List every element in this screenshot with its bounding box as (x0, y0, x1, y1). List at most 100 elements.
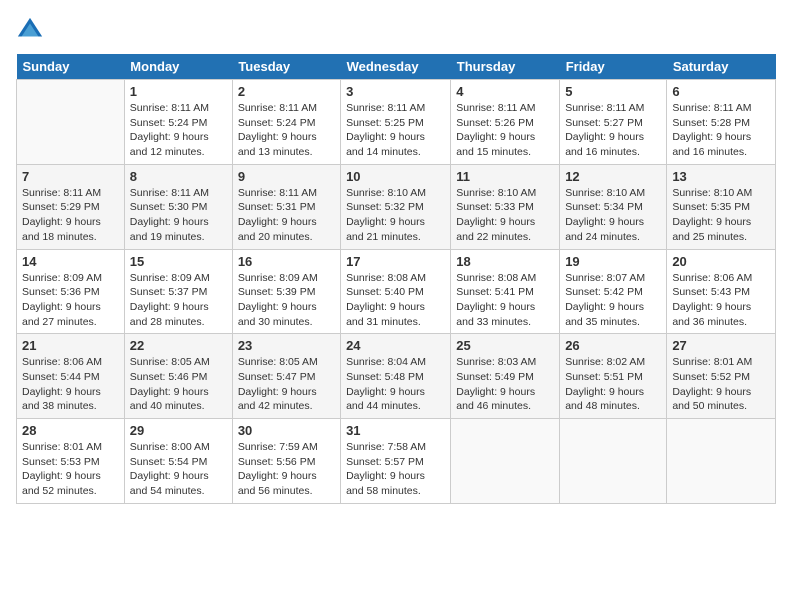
day-info: Sunrise: 7:59 AM Sunset: 5:56 PM Dayligh… (238, 440, 335, 499)
day-number: 14 (22, 254, 119, 269)
calendar-cell: 20 Sunrise: 8:06 AM Sunset: 5:43 PM Dayli… (667, 249, 776, 334)
day-number: 11 (456, 169, 554, 184)
day-number: 19 (565, 254, 661, 269)
day-number: 29 (130, 423, 227, 438)
day-number: 4 (456, 84, 554, 99)
calendar-cell: 8 Sunrise: 8:11 AM Sunset: 5:30 PM Daylig… (124, 164, 232, 249)
day-info: Sunrise: 8:11 AM Sunset: 5:25 PM Dayligh… (346, 101, 445, 160)
header-cell-monday: Monday (124, 54, 232, 80)
header-cell-thursday: Thursday (451, 54, 560, 80)
calendar-cell: 28 Sunrise: 8:01 AM Sunset: 5:53 PM Dayli… (17, 419, 125, 504)
day-number: 24 (346, 338, 445, 353)
calendar-cell: 30 Sunrise: 7:59 AM Sunset: 5:56 PM Dayli… (232, 419, 340, 504)
day-number: 16 (238, 254, 335, 269)
calendar-cell: 4 Sunrise: 8:11 AM Sunset: 5:26 PM Daylig… (451, 80, 560, 165)
header-cell-sunday: Sunday (17, 54, 125, 80)
day-info: Sunrise: 8:11 AM Sunset: 5:26 PM Dayligh… (456, 101, 554, 160)
day-number: 1 (130, 84, 227, 99)
calendar-cell: 10 Sunrise: 8:10 AM Sunset: 5:32 PM Dayli… (341, 164, 451, 249)
week-row-3: 21 Sunrise: 8:06 AM Sunset: 5:44 PM Dayli… (17, 334, 776, 419)
header-cell-friday: Friday (560, 54, 667, 80)
day-info: Sunrise: 8:11 AM Sunset: 5:29 PM Dayligh… (22, 186, 119, 245)
header-row: SundayMondayTuesdayWednesdayThursdayFrid… (17, 54, 776, 80)
day-info: Sunrise: 7:58 AM Sunset: 5:57 PM Dayligh… (346, 440, 445, 499)
calendar-cell: 6 Sunrise: 8:11 AM Sunset: 5:28 PM Daylig… (667, 80, 776, 165)
calendar-cell (560, 419, 667, 504)
calendar-cell (667, 419, 776, 504)
day-info: Sunrise: 8:11 AM Sunset: 5:31 PM Dayligh… (238, 186, 335, 245)
header-cell-saturday: Saturday (667, 54, 776, 80)
week-row-4: 28 Sunrise: 8:01 AM Sunset: 5:53 PM Dayli… (17, 419, 776, 504)
day-number: 13 (672, 169, 770, 184)
day-number: 10 (346, 169, 445, 184)
day-info: Sunrise: 8:10 AM Sunset: 5:33 PM Dayligh… (456, 186, 554, 245)
calendar-cell: 3 Sunrise: 8:11 AM Sunset: 5:25 PM Daylig… (341, 80, 451, 165)
day-number: 25 (456, 338, 554, 353)
day-number: 30 (238, 423, 335, 438)
day-number: 18 (456, 254, 554, 269)
day-number: 23 (238, 338, 335, 353)
calendar-cell: 18 Sunrise: 8:08 AM Sunset: 5:41 PM Dayli… (451, 249, 560, 334)
calendar-cell: 16Sunrise: 8:09 AM Sunset: 5:39 PM Dayli… (232, 249, 340, 334)
day-info: Sunrise: 8:10 AM Sunset: 5:34 PM Dayligh… (565, 186, 661, 245)
day-info: Sunrise: 8:03 AM Sunset: 5:49 PM Dayligh… (456, 355, 554, 414)
week-row-1: 7 Sunrise: 8:11 AM Sunset: 5:29 PM Daylig… (17, 164, 776, 249)
day-number: 7 (22, 169, 119, 184)
header-cell-wednesday: Wednesday (341, 54, 451, 80)
day-info: Sunrise: 8:00 AM Sunset: 5:54 PM Dayligh… (130, 440, 227, 499)
calendar-cell: 15 Sunrise: 8:09 AM Sunset: 5:37 PM Dayli… (124, 249, 232, 334)
day-number: 22 (130, 338, 227, 353)
day-info: Sunrise: 8:09 AM Sunset: 5:37 PM Dayligh… (130, 271, 227, 330)
calendar-cell: 19Sunrise: 8:07 AM Sunset: 5:42 PM Dayli… (560, 249, 667, 334)
calendar-cell: 29 Sunrise: 8:00 AM Sunset: 5:54 PM Dayli… (124, 419, 232, 504)
calendar-cell: 23 Sunrise: 8:05 AM Sunset: 5:47 PM Dayli… (232, 334, 340, 419)
day-number: 15 (130, 254, 227, 269)
day-info: Sunrise: 8:11 AM Sunset: 5:30 PM Dayligh… (130, 186, 227, 245)
logo-icon (16, 16, 44, 44)
day-info: Sunrise: 8:06 AM Sunset: 5:44 PM Dayligh… (22, 355, 119, 414)
day-number: 3 (346, 84, 445, 99)
day-info: Sunrise: 8:09 AM Sunset: 5:36 PM Dayligh… (22, 271, 119, 330)
day-info: Sunrise: 8:05 AM Sunset: 5:47 PM Dayligh… (238, 355, 335, 414)
day-number: 6 (672, 84, 770, 99)
day-number: 21 (22, 338, 119, 353)
calendar-cell: 5 Sunrise: 8:11 AM Sunset: 5:27 PM Daylig… (560, 80, 667, 165)
calendar-cell: 1Sunrise: 8:11 AM Sunset: 5:24 PM Daylig… (124, 80, 232, 165)
calendar-cell: 12 Sunrise: 8:10 AM Sunset: 5:34 PM Dayli… (560, 164, 667, 249)
calendar-cell: 7 Sunrise: 8:11 AM Sunset: 5:29 PM Daylig… (17, 164, 125, 249)
calendar-cell: 21 Sunrise: 8:06 AM Sunset: 5:44 PM Dayli… (17, 334, 125, 419)
calendar-cell: 9Sunrise: 8:11 AM Sunset: 5:31 PM Daylig… (232, 164, 340, 249)
day-number: 8 (130, 169, 227, 184)
day-number: 17 (346, 254, 445, 269)
calendar-cell (451, 419, 560, 504)
week-row-2: 14 Sunrise: 8:09 AM Sunset: 5:36 PM Dayli… (17, 249, 776, 334)
day-info: Sunrise: 8:11 AM Sunset: 5:27 PM Dayligh… (565, 101, 661, 160)
day-info: Sunrise: 8:01 AM Sunset: 5:53 PM Dayligh… (22, 440, 119, 499)
day-info: Sunrise: 8:08 AM Sunset: 5:41 PM Dayligh… (456, 271, 554, 330)
header (16, 16, 776, 44)
calendar-cell: 27 Sunrise: 8:01 AM Sunset: 5:52 PM Dayli… (667, 334, 776, 419)
day-info: Sunrise: 8:10 AM Sunset: 5:32 PM Dayligh… (346, 186, 445, 245)
calendar-cell (17, 80, 125, 165)
calendar-cell: 22Sunrise: 8:05 AM Sunset: 5:46 PM Dayli… (124, 334, 232, 419)
calendar-cell: 2 Sunrise: 8:11 AM Sunset: 5:24 PM Daylig… (232, 80, 340, 165)
day-info: Sunrise: 8:11 AM Sunset: 5:24 PM Dayligh… (238, 101, 335, 160)
day-number: 20 (672, 254, 770, 269)
calendar-cell: 25 Sunrise: 8:03 AM Sunset: 5:49 PM Dayli… (451, 334, 560, 419)
day-info: Sunrise: 8:06 AM Sunset: 5:43 PM Dayligh… (672, 271, 770, 330)
logo (16, 16, 46, 44)
week-row-0: 1 Sunrise: 8:11 AM Sunset: 5:24 PM Daylig… (17, 80, 776, 165)
day-number: 2 (238, 84, 335, 99)
day-number: 26 (565, 338, 661, 353)
calendar-cell: 24Sunrise: 8:04 AM Sunset: 5:48 PM Dayli… (341, 334, 451, 419)
day-number: 12 (565, 169, 661, 184)
calendar-cell: 17Sunrise: 8:08 AM Sunset: 5:40 PM Dayli… (341, 249, 451, 334)
calendar-cell: 11 Sunrise: 8:10 AM Sunset: 5:33 PM Dayli… (451, 164, 560, 249)
day-info: Sunrise: 8:01 AM Sunset: 5:52 PM Dayligh… (672, 355, 770, 414)
day-number: 27 (672, 338, 770, 353)
day-number: 28 (22, 423, 119, 438)
day-number: 5 (565, 84, 661, 99)
day-number: 31 (346, 423, 445, 438)
day-info: Sunrise: 8:11 AM Sunset: 5:28 PM Dayligh… (672, 101, 770, 160)
calendar-table: SundayMondayTuesdayWednesdayThursdayFrid… (16, 54, 776, 504)
